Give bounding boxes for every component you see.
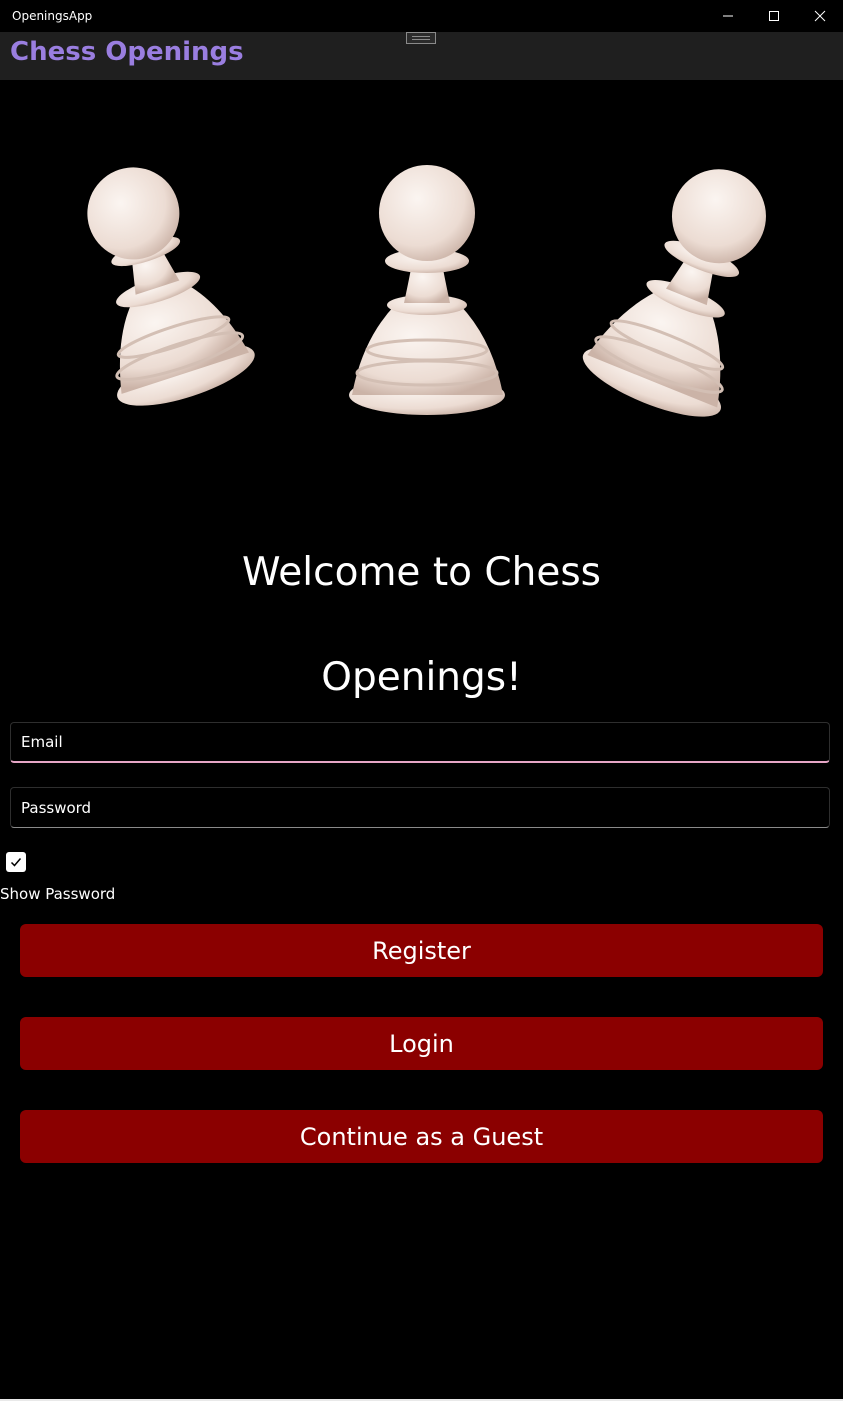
- continue-as-guest-button[interactable]: Continue as a Guest: [20, 1110, 823, 1163]
- minimize-button[interactable]: [705, 0, 751, 32]
- password-field[interactable]: [11, 788, 829, 827]
- minimize-icon: [723, 15, 733, 17]
- window-title: OpeningsApp: [12, 9, 93, 23]
- checkmark-icon: [10, 858, 22, 867]
- close-button[interactable]: [797, 0, 843, 32]
- chess-pawns-image: [0, 130, 843, 430]
- show-password-label: Show Password: [0, 885, 116, 903]
- welcome-line-1: Welcome to Chess: [242, 550, 601, 595]
- maximize-icon: [769, 11, 779, 21]
- welcome-heading: Welcome to Chess Openings!: [0, 520, 843, 730]
- password-field-container: [10, 787, 830, 828]
- maximize-button[interactable]: [751, 0, 797, 32]
- drag-handle-icon[interactable]: [406, 32, 436, 44]
- window-titlebar[interactable]: OpeningsApp: [0, 0, 843, 32]
- pawn-left-icon: [87, 167, 255, 406]
- login-button[interactable]: Login: [20, 1017, 823, 1070]
- email-field-container: [10, 722, 830, 763]
- email-field[interactable]: [11, 723, 829, 761]
- app-window: OpeningsApp Chess Openings Welcome to Ch…: [0, 0, 843, 1401]
- pawn-center-icon: [349, 165, 505, 415]
- pawn-right-icon: [582, 169, 766, 417]
- show-password-checkbox[interactable]: [6, 852, 26, 872]
- page-title: Chess Openings: [10, 37, 244, 67]
- close-icon: [814, 10, 826, 22]
- register-button[interactable]: Register: [20, 924, 823, 977]
- navigation-bar: Chess Openings: [0, 32, 843, 80]
- welcome-line-2: Openings!: [321, 655, 522, 700]
